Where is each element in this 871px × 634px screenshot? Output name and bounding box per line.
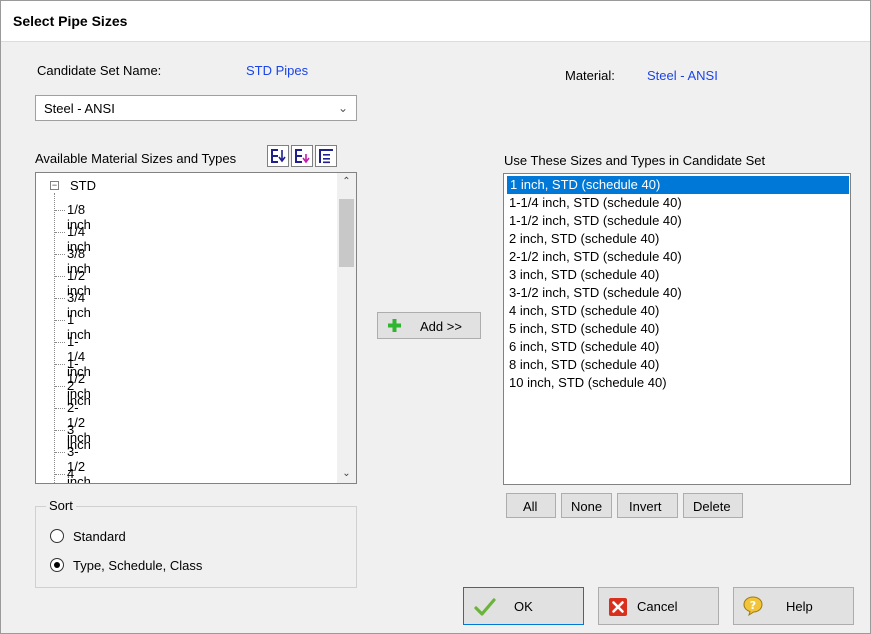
- plus-icon: [388, 319, 401, 332]
- scroll-down-icon[interactable]: ⌄: [337, 465, 356, 483]
- list-item[interactable]: 8 inch, STD (schedule 40): [506, 356, 848, 374]
- tree-filter-button[interactable]: [315, 145, 337, 167]
- sort-option-type-schedule-class[interactable]: Type, Schedule, Class: [50, 557, 270, 575]
- sort-group: Sort Standard Type, Schedule, Class: [35, 498, 357, 588]
- tree-expand-icon: [271, 149, 286, 163]
- ok-button-label: OK: [514, 599, 533, 614]
- sort-group-label: Sort: [46, 498, 76, 513]
- tree-collapse-button[interactable]: [291, 145, 313, 167]
- invert-selection-button[interactable]: Invert: [617, 493, 678, 518]
- list-item[interactable]: 4 inch, STD (schedule 40): [506, 302, 848, 320]
- sort-option-standard[interactable]: Standard: [50, 528, 250, 546]
- title-bar: Select Pipe Sizes: [1, 1, 870, 42]
- list-item[interactable]: 3 inch, STD (schedule 40): [506, 266, 848, 284]
- ok-button[interactable]: OK: [463, 587, 584, 625]
- help-button-label: Help: [786, 599, 813, 614]
- available-sizes-tree[interactable]: − STD 1/8 inch 1/4 inch 3/8 inch 1/2 inc…: [35, 172, 357, 484]
- list-item[interactable]: 5 inch, STD (schedule 40): [506, 320, 848, 338]
- material-select-value: Steel - ANSI: [44, 101, 115, 116]
- dialog-window: Select Pipe Sizes Candidate Set Name: ST…: [0, 0, 871, 634]
- add-button-label: Add >>: [420, 319, 462, 334]
- svg-text:?: ?: [750, 599, 756, 612]
- list-item[interactable]: 2 inch, STD (schedule 40): [506, 230, 848, 248]
- material-select[interactable]: Steel - ANSI ⌄: [35, 95, 357, 121]
- list-item[interactable]: 10 inch, STD (schedule 40): [506, 374, 848, 392]
- list-item[interactable]: 1-1/2 inch, STD (schedule 40): [506, 212, 848, 230]
- cancel-button-label: Cancel: [637, 599, 678, 614]
- list-item[interactable]: 1-1/4 inch, STD (schedule 40): [506, 194, 848, 212]
- scroll-up-icon[interactable]: ⌃: [337, 173, 356, 191]
- chevron-down-icon: ⌄: [337, 101, 348, 115]
- delete-button[interactable]: Delete: [683, 493, 743, 518]
- list-item[interactable]: 2-1/2 inch, STD (schedule 40): [506, 248, 848, 266]
- list-item[interactable]: 6 inch, STD (schedule 40): [506, 338, 848, 356]
- radio-button-checked[interactable]: [50, 558, 64, 572]
- x-icon: [609, 598, 627, 616]
- available-label: Available Material Sizes and Types: [35, 151, 237, 166]
- candidate-set-name[interactable]: STD Pipes: [246, 63, 308, 78]
- candidate-list-label: Use These Sizes and Types in Candidate S…: [504, 153, 766, 168]
- tree-filter-icon: [319, 149, 333, 164]
- cancel-button[interactable]: Cancel: [598, 587, 719, 625]
- select-all-button[interactable]: All: [506, 493, 556, 518]
- window-title: Select Pipe Sizes: [13, 13, 128, 29]
- select-none-button[interactable]: None: [561, 493, 612, 518]
- tree-collapse-icon: [295, 149, 310, 164]
- help-question-icon: ?: [743, 596, 763, 617]
- collapse-minus-icon[interactable]: −: [50, 181, 59, 190]
- candidate-set-label: Candidate Set Name:: [37, 63, 162, 78]
- material-value: Steel - ANSI: [647, 68, 718, 83]
- tree-expand-button[interactable]: [267, 145, 289, 167]
- candidate-sizes-list[interactable]: 1 inch, STD (schedule 40) 1-1/4 inch, ST…: [503, 173, 851, 485]
- radio-button[interactable]: [50, 529, 64, 543]
- list-item[interactable]: 1 inch, STD (schedule 40): [507, 176, 849, 194]
- tree-root-label: STD: [70, 178, 96, 193]
- list-item[interactable]: 3-1/2 inch, STD (schedule 40): [506, 284, 848, 302]
- tree-scrollbar[interactable]: ⌃ ⌄: [337, 173, 356, 483]
- checkmark-icon: [474, 598, 496, 616]
- tree-guide-line: [54, 193, 55, 483]
- material-label: Material:: [565, 68, 615, 83]
- scroll-thumb[interactable]: [339, 199, 354, 267]
- help-button[interactable]: ? Help: [733, 587, 854, 625]
- add-button[interactable]: Add >>: [377, 312, 481, 339]
